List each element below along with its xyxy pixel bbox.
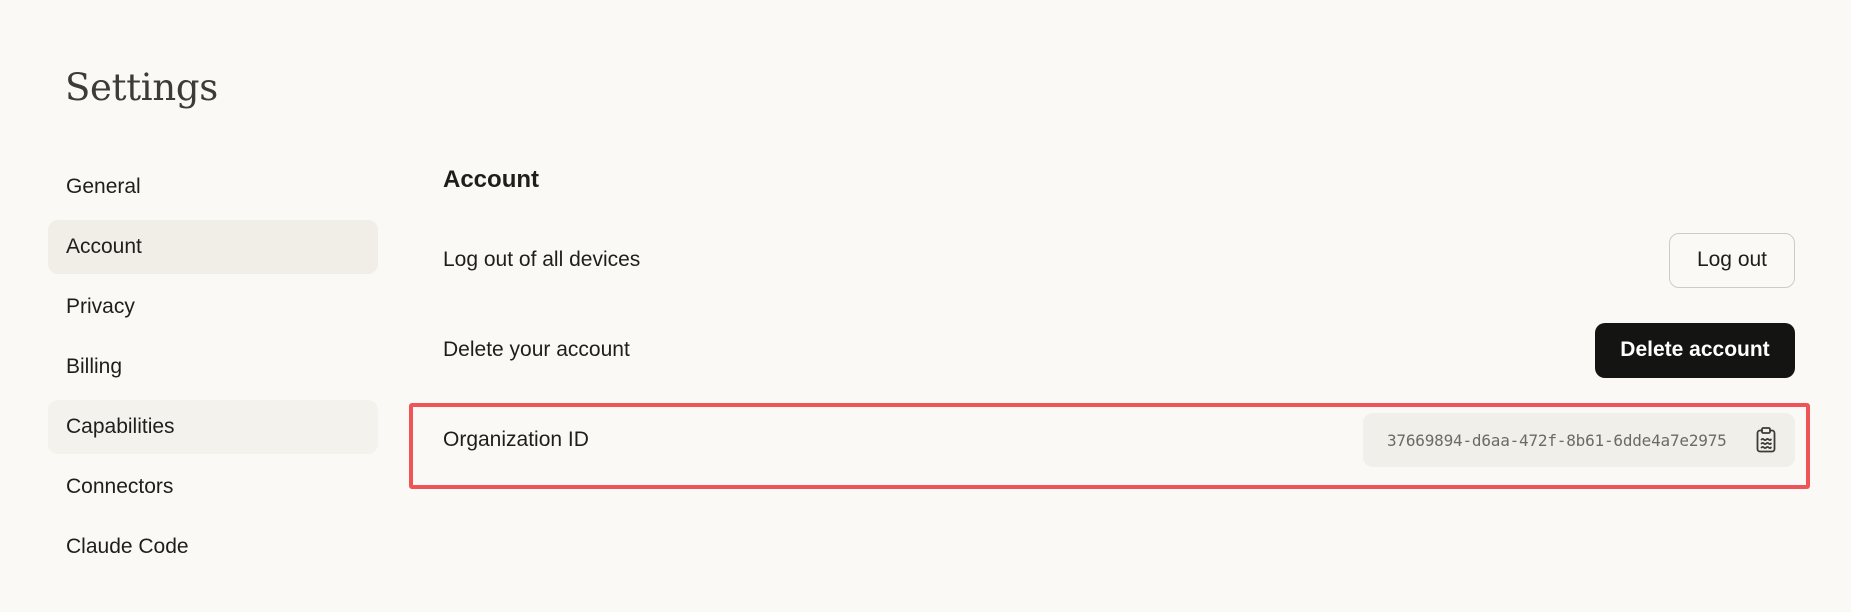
sidebar-item-label: Connectors: [66, 475, 174, 498]
account-settings-panel: Account Log out of all devices Log out D…: [443, 160, 1795, 467]
settings-sidebar: General Account Privacy Billing Capabili…: [48, 160, 378, 580]
section-title: Account: [443, 166, 539, 193]
sidebar-item-general[interactable]: General: [48, 160, 378, 214]
logout-button[interactable]: Log out: [1669, 232, 1795, 288]
organization-id-value[interactable]: 37669894-d6aa-472f-8b61-6dde4a7e2975: [1387, 431, 1727, 450]
delete-account-label: Delete your account: [443, 338, 630, 361]
sidebar-item-capabilities[interactable]: Capabilities: [48, 400, 378, 454]
sidebar-item-label: Privacy: [66, 295, 135, 318]
organization-id-label: Organization ID: [443, 428, 589, 451]
logout-all-devices-row: Log out of all devices Log out: [443, 230, 1795, 290]
sidebar-item-privacy[interactable]: Privacy: [48, 280, 378, 334]
organization-id-field[interactable]: 37669894-d6aa-472f-8b61-6dde4a7e2975: [1363, 413, 1795, 467]
page-title: Settings: [65, 66, 218, 109]
sidebar-item-label: Claude Code: [66, 535, 189, 558]
sidebar-item-label: Capabilities: [66, 415, 175, 438]
sidebar-item-label: Account: [66, 235, 142, 258]
sidebar-item-connectors[interactable]: Connectors: [48, 460, 378, 514]
delete-account-row: Delete your account Delete account: [443, 320, 1795, 380]
sidebar-item-billing[interactable]: Billing: [48, 340, 378, 394]
sidebar-item-account[interactable]: Account: [48, 220, 378, 274]
clipboard-icon[interactable]: [1751, 425, 1781, 455]
organization-id-row: Organization ID 37669894-d6aa-472f-8b61-…: [443, 410, 1795, 470]
sidebar-item-label: General: [66, 175, 141, 198]
delete-account-button[interactable]: Delete account: [1595, 322, 1795, 378]
sidebar-item-claude-code[interactable]: Claude Code: [48, 520, 378, 574]
sidebar-item-label: Billing: [66, 355, 123, 378]
logout-all-devices-label: Log out of all devices: [443, 248, 641, 271]
